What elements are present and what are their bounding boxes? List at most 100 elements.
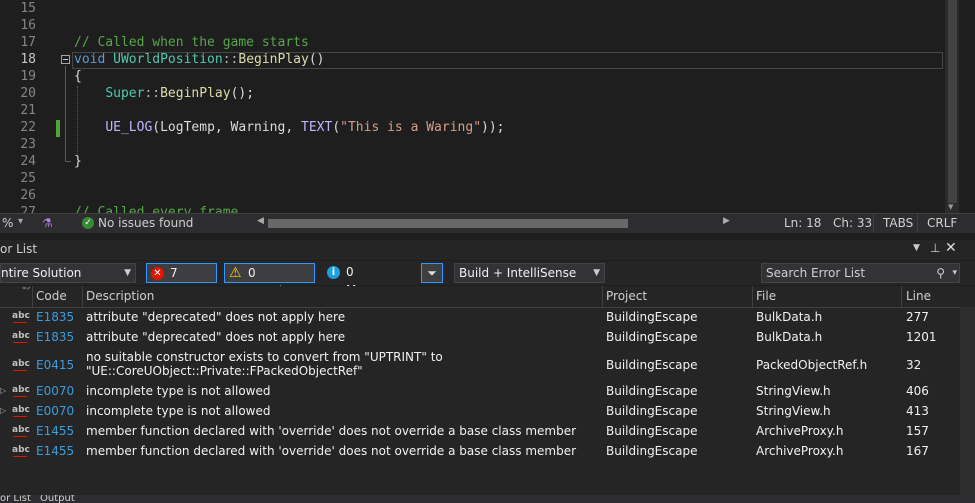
table-row[interactable]: abc E1455 member function declared with 'o… <box>0 424 960 442</box>
zoom-level[interactable]: % <box>2 216 13 230</box>
chevron-down-icon: ▼ <box>593 268 600 278</box>
header-project[interactable]: Project <box>606 289 647 303</box>
line-number: 24 <box>20 154 36 169</box>
change-marker <box>56 120 60 137</box>
panel-menu-icon[interactable]: ▼ <box>913 243 920 253</box>
chevron-down-icon[interactable]: ▾ <box>952 264 957 282</box>
warnings-filter-button[interactable]: ⚠ 0 Warnings <box>224 263 315 298</box>
messages-filter-button[interactable]: i 0 Messages <box>322 263 412 297</box>
error-line: 1201 <box>906 330 937 344</box>
expand-row-icon[interactable]: ▷ <box>0 406 6 415</box>
code-line[interactable]: 21 <box>0 102 945 119</box>
column-status[interactable]: Ch: 33 <box>833 216 872 230</box>
header-code[interactable]: Code <box>36 289 67 303</box>
fold-region-end <box>65 161 71 162</box>
column-separator <box>901 286 902 307</box>
search-icon[interactable]: ⚲ <box>936 264 945 282</box>
code-text: void UWorldPosition::BeginPlay() <box>74 52 325 67</box>
error-list-header: or List ▼ ⊥ ✕ <box>0 240 975 260</box>
column-separator <box>82 286 83 307</box>
editor-vertical-scroll-thumb[interactable] <box>948 0 957 203</box>
line-number-status[interactable]: Ln: 18 <box>784 216 821 230</box>
table-row[interactable]: abc E1835 attribute "deprecated" does not … <box>0 330 960 348</box>
scroll-right-arrow-icon[interactable]: ▶ <box>723 216 730 226</box>
tab-output[interactable]: Output <box>40 495 75 503</box>
fold-toggle-icon[interactable] <box>61 55 70 64</box>
line-number: 26 <box>20 188 36 203</box>
error-project: BuildingEscape <box>606 330 698 344</box>
line-number: 25 <box>20 171 36 186</box>
error-description: member function declared with 'override'… <box>86 444 577 458</box>
editor-horizontal-scroll-thumb[interactable] <box>268 219 628 228</box>
scope-dropdown[interactable]: ntire Solution ▼ <box>0 263 136 283</box>
code-line[interactable]: 22 UE_LOG(LogTemp, Warning, TEXT("This i… <box>0 119 945 136</box>
code-line[interactable]: 15 <box>0 0 945 17</box>
error-list-toolbar: ntire Solution ▼ ✕ 7 Errors ⚠ 0 Warnings… <box>0 261 975 298</box>
error-description: attribute "deprecated" does not apply he… <box>86 330 346 344</box>
intellisense-error-icon: abc <box>12 425 30 437</box>
copilot-icon[interactable]: ⚗ <box>42 216 53 230</box>
error-icon: ✕ <box>151 267 164 280</box>
zoom-dropdown-icon[interactable]: ▾ <box>18 216 23 227</box>
code-text: } <box>74 154 82 169</box>
code-line[interactable]: 23 <box>0 136 945 153</box>
code-text: { <box>74 69 82 84</box>
column-separator <box>32 286 33 307</box>
close-icon[interactable]: ✕ <box>945 240 957 256</box>
issues-status[interactable]: No issues found <box>98 216 193 230</box>
table-row[interactable]: ▷ abc E0070 incomplete type is not allowed B… <box>0 384 960 402</box>
errors-filter-button[interactable]: ✕ 7 Errors <box>146 263 217 298</box>
code-line[interactable]: 18 void UWorldPosition::BeginPlay() <box>0 51 945 68</box>
status-separator <box>873 214 874 233</box>
code-line[interactable]: 16 <box>0 17 945 34</box>
chevron-down-icon: ▼ <box>124 268 131 278</box>
code-text: // Called when the game starts <box>74 35 309 50</box>
build-filter-dropdown[interactable]: Build + IntelliSense ▼ <box>454 263 605 283</box>
table-row[interactable]: abc E1835 attribute "deprecated" does not … <box>0 310 960 328</box>
header-description[interactable]: Description <box>86 289 154 303</box>
code-line[interactable]: 26 <box>0 187 945 204</box>
pin-icon[interactable]: ⊥ <box>930 241 940 255</box>
code-line[interactable]: 17 // Called when the game starts <box>0 34 945 51</box>
error-line: 157 <box>906 424 929 438</box>
header-file[interactable]: File <box>756 289 776 303</box>
line-ending[interactable]: CRLF <box>927 216 957 230</box>
error-line: 32 <box>906 358 922 372</box>
code-line[interactable]: 20 Super::BeginPlay(); <box>0 85 945 102</box>
search-error-list-input[interactable]: Search Error List ⚲ ▾ <box>761 263 960 283</box>
code-line[interactable]: 25 <box>0 170 945 187</box>
tab-error-list[interactable]: or List <box>0 495 31 503</box>
error-file: ArchiveProxy.h <box>756 424 844 438</box>
scroll-left-arrow-icon[interactable]: ◀ <box>257 216 264 226</box>
table-row[interactable]: abc E1455 member function declared with 'o… <box>0 444 960 462</box>
code-editor[interactable]: 15 16 17 // Called when the game starts 18 vo… <box>0 0 975 213</box>
error-code: E1455 <box>36 424 75 438</box>
error-project: BuildingEscape <box>606 310 698 324</box>
error-line: 406 <box>906 384 929 398</box>
line-number: 22 <box>20 120 36 135</box>
error-description: "UE::CoreUObject::Private::FPackedObject… <box>86 364 363 378</box>
code-line[interactable]: 24} <box>0 153 945 170</box>
grid-vertical-scrollbar[interactable] <box>960 307 975 495</box>
code-line[interactable]: 19 { <box>0 68 945 85</box>
error-description: member function declared with 'override'… <box>86 424 577 438</box>
editor-status-bar: % ▾ ⚗ ✓ No issues found ◀ ▶ Ln: 18 Ch: 3… <box>0 213 975 233</box>
error-code: E0415 <box>36 358 75 372</box>
scroll-down-arrow-icon[interactable]: ▼ <box>948 203 953 211</box>
header-line[interactable]: Line <box>906 289 931 303</box>
intellisense-error-icon: abc <box>12 385 30 397</box>
search-placeholder: Search Error List <box>766 266 866 280</box>
sort-indicator-icon[interactable]: ⁼ᐟ <box>22 286 31 296</box>
code-line[interactable]: 27 // Called every frame <box>0 204 945 213</box>
indent-mode[interactable]: TABS <box>883 216 913 230</box>
code-text: Super::BeginPlay(); <box>105 86 255 101</box>
error-description: incomplete type is not allowed <box>86 384 271 398</box>
filter-toggle-button[interactable]: ⏷ <box>421 263 443 283</box>
intellisense-error-icon: abc <box>12 405 30 417</box>
table-row[interactable]: abc E0415 no suitable constructor exists t… <box>0 350 960 382</box>
error-code: E0070 <box>36 384 75 398</box>
expand-row-icon[interactable]: ▷ <box>0 386 6 395</box>
line-number: 23 <box>20 137 36 152</box>
table-row[interactable]: ▷ abc E0070 incomplete type is not allowed B… <box>0 404 960 422</box>
error-file: BulkData.h <box>756 330 823 344</box>
